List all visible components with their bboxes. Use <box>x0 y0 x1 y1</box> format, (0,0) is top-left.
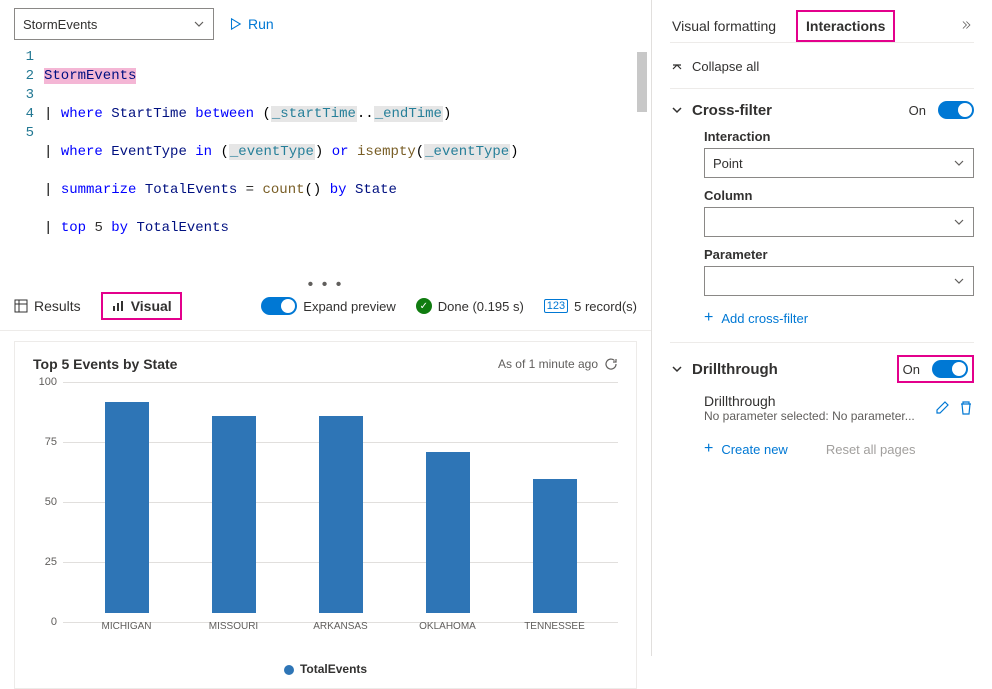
chart-plot: 0255075100MICHIGANMISSOURIARKANSASOKLAHO… <box>63 382 618 632</box>
legend-dot-icon <box>284 665 294 675</box>
cross-filter-title: Cross-filter <box>692 102 901 119</box>
section-cross-filter: Cross-filter On Interaction Point Column… <box>670 88 974 342</box>
bar[interactable] <box>212 416 256 613</box>
drillthrough-title: Drillthrough <box>692 361 889 378</box>
run-label: Run <box>248 16 274 32</box>
y-tick-label: 100 <box>39 376 57 388</box>
results-tabs: Results Visual Expand preview ✓ Done (0.… <box>0 286 651 331</box>
editor-scrollbar[interactable] <box>637 52 647 112</box>
edit-icon[interactable] <box>934 400 950 416</box>
chevron-down-icon[interactable] <box>670 103 684 117</box>
database-dropdown-value: StormEvents <box>23 17 97 32</box>
delete-icon[interactable] <box>958 400 974 416</box>
success-icon: ✓ <box>416 298 432 314</box>
bar-category-label: MICHIGAN <box>102 621 152 632</box>
chevron-down-icon[interactable] <box>670 362 684 376</box>
chevron-down-icon <box>953 275 965 287</box>
bar[interactable] <box>105 402 149 613</box>
tab-visual[interactable]: Visual <box>101 292 182 320</box>
refresh-icon[interactable] <box>604 357 618 371</box>
status-done: Done (0.195 s) <box>438 299 524 314</box>
add-cross-filter-button[interactable]: + Add cross-filter <box>704 310 974 326</box>
bar[interactable] <box>533 479 577 613</box>
chart-icon <box>111 299 125 313</box>
collapse-all-button[interactable]: Collapse all <box>670 53 974 88</box>
interaction-select[interactable]: Point <box>704 148 974 178</box>
section-drillthrough: Drillthrough On Drillthrough No paramete… <box>670 342 974 473</box>
drillthrough-item: Drillthrough No parameter selected: No p… <box>704 393 974 423</box>
chevron-down-icon <box>193 18 205 30</box>
drillthrough-toggle[interactable] <box>932 360 968 378</box>
tab-visual-formatting[interactable]: Visual formatting <box>670 10 778 42</box>
chart-asof: As of 1 minute ago <box>498 357 598 371</box>
record-count: 5 record(s) <box>574 299 637 314</box>
database-dropdown[interactable]: StormEvents <box>14 8 214 40</box>
column-label: Column <box>704 188 974 203</box>
bar-category-label: ARKANSAS <box>313 621 367 632</box>
chevron-down-icon <box>953 216 965 228</box>
bar-category-label: TENNESSEE <box>524 621 585 632</box>
run-button[interactable]: Run <box>228 16 274 32</box>
plus-icon: + <box>704 441 713 457</box>
create-new-button[interactable]: + Create new Reset all pages <box>704 441 915 457</box>
y-tick-label: 0 <box>51 616 57 628</box>
bar-category-label: OKLAHOMA <box>419 621 476 632</box>
bar[interactable] <box>426 452 470 613</box>
column-select[interactable] <box>704 207 974 237</box>
expand-preview-label: Expand preview <box>303 299 396 314</box>
cross-filter-toggle[interactable] <box>938 101 974 119</box>
expand-preview-toggle[interactable] <box>261 297 297 315</box>
records-icon: 123 <box>544 299 568 313</box>
properties-panel: Visual formatting Interactions Collapse … <box>652 0 992 656</box>
parameter-label: Parameter <box>704 247 974 262</box>
query-editor[interactable]: 1 2 3 4 5 StormEvents | where StartTime … <box>0 48 651 276</box>
collapse-icon <box>670 60 684 74</box>
y-tick-label: 50 <box>45 496 57 508</box>
resize-handle[interactable]: • • • <box>0 276 651 286</box>
plus-icon: + <box>704 310 713 326</box>
code-content: StormEvents | where StartTime between (_… <box>44 48 641 276</box>
query-topbar: StormEvents Run <box>0 0 651 48</box>
interaction-label: Interaction <box>704 129 974 144</box>
play-icon <box>228 17 242 31</box>
chart-legend: TotalEvents <box>33 662 618 676</box>
y-tick-label: 25 <box>45 556 57 568</box>
chevron-down-icon <box>953 157 965 169</box>
chart-title: Top 5 Events by State <box>33 356 177 372</box>
y-tick-label: 75 <box>45 436 57 448</box>
reset-all-pages[interactable]: Reset all pages <box>826 442 916 457</box>
table-icon <box>14 299 28 313</box>
tab-results[interactable]: Results <box>14 298 81 314</box>
bar[interactable] <box>319 416 363 613</box>
chart-card: Top 5 Events by State As of 1 minute ago… <box>14 341 637 689</box>
more-icon[interactable] <box>958 18 974 34</box>
tab-interactions[interactable]: Interactions <box>796 10 895 42</box>
line-gutter: 1 2 3 4 5 <box>0 48 44 276</box>
parameter-select[interactable] <box>704 266 974 296</box>
bar-category-label: MISSOURI <box>209 621 258 632</box>
